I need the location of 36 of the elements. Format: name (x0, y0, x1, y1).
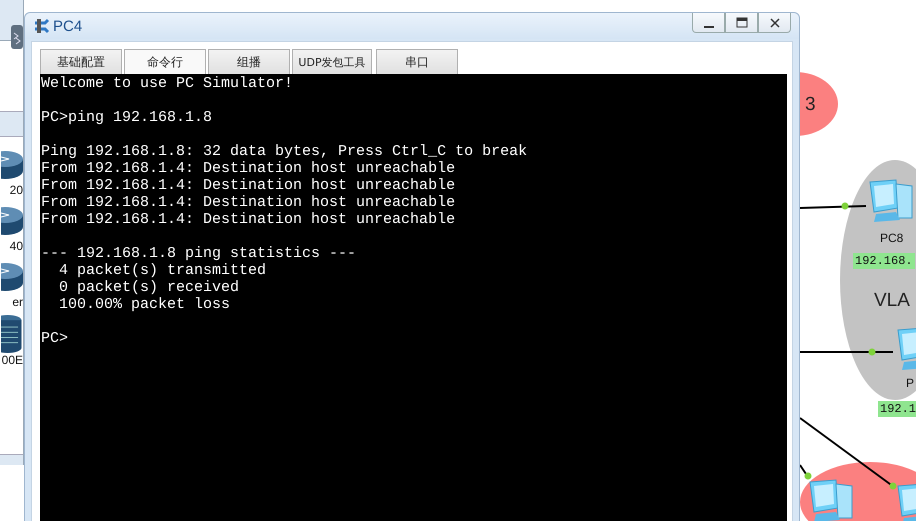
plug-icon (33, 17, 51, 35)
terminal-line: 0 packet(s) received (58, 279, 240, 296)
close-button[interactable] (758, 13, 791, 33)
tab[interactable]: 串口 (376, 49, 458, 74)
database-icon (1, 315, 23, 353)
ip-address-label: 192.1 (878, 401, 916, 417)
maximize-button[interactable] (725, 13, 758, 33)
terminal-line: --- 192.168.1.8 ping statistics --- (41, 245, 358, 262)
terminal-line: PC> (41, 330, 70, 347)
ip-address-label: 192.168. (853, 253, 915, 269)
terminal-line: From 192.168.1.4: Destination host unreachable (41, 211, 456, 228)
device-label: 20 (10, 183, 23, 197)
close-icon (768, 16, 780, 28)
maximize-icon (736, 16, 748, 28)
minimize-icon (704, 26, 714, 28)
terminal-line: From 192.168.1.4: Destination host unreachable (41, 194, 456, 211)
window-title: PC4 (53, 18, 82, 34)
terminal-line: 4 packet(s) transmitted (58, 262, 268, 279)
device-label: P (906, 376, 914, 390)
device-label: 40 (10, 239, 23, 253)
device-label: 00E (2, 353, 23, 367)
terminal-line: PC>ping 192.168.1.8 (41, 109, 214, 126)
area-label: VLA (874, 290, 910, 312)
terminal-line: From 192.168.1.4: Destination host unreachable (41, 160, 456, 177)
terminal-line: Welcome to use PC Simulator! (41, 75, 294, 92)
tab[interactable]: UDP发包工具 (292, 49, 372, 74)
area-label: 3 (805, 94, 816, 116)
terminal-line: 100.00% packet loss (58, 296, 232, 313)
terminal-line: Ping 192.168.1.8: 32 data bytes, Press Ctrl_C to break (41, 143, 528, 160)
tab[interactable]: 组播 (208, 49, 290, 74)
tab[interactable]: 基础配置 (40, 49, 122, 74)
minimize-button[interactable] (692, 13, 725, 33)
device-label: er (12, 295, 23, 309)
terminal-line: From 192.168.1.4: Destination host unreachable (41, 177, 456, 194)
tab[interactable]: 命令行 (124, 49, 206, 74)
device-label: PC8 (880, 231, 904, 245)
